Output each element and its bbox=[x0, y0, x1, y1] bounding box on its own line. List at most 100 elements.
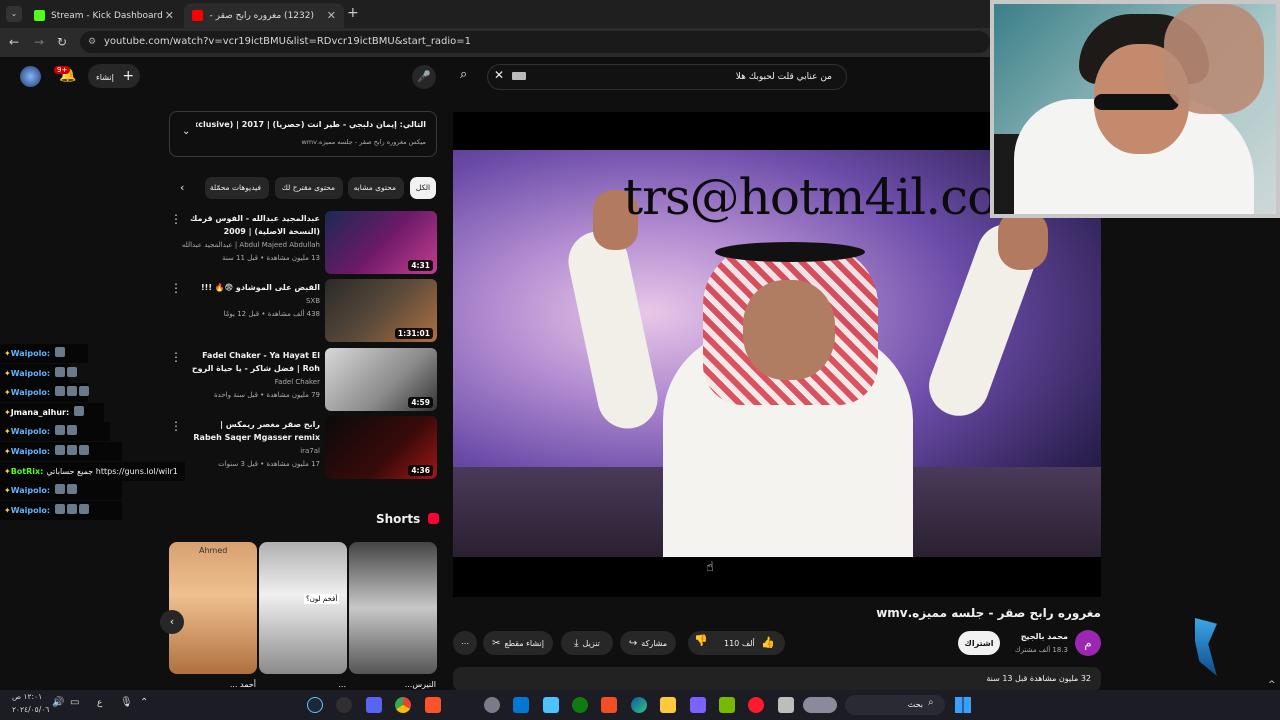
chat-badge-icon: ✦ bbox=[4, 427, 11, 437]
opera-icon[interactable] bbox=[748, 697, 764, 713]
video-channel[interactable]: ira7al bbox=[190, 447, 320, 455]
chip-recommended[interactable]: محتوى مقترح لك bbox=[275, 177, 343, 199]
more-options-icon[interactable]: ⋮ bbox=[170, 281, 182, 295]
vscode-icon[interactable] bbox=[690, 697, 706, 713]
next-up-panel[interactable]: التالي: إيمان دلبجي - طير انت (حصرياً) |… bbox=[169, 111, 437, 157]
dislike-button[interactable]: 👎 bbox=[694, 634, 708, 647]
tab-youtube-video[interactable]: (1232) مغروره رابح صقر - جلـ ✕ bbox=[184, 3, 344, 28]
avatar[interactable] bbox=[20, 66, 41, 87]
chat-username[interactable]: Waipolo: bbox=[11, 349, 50, 358]
channel-avatar[interactable]: م bbox=[1075, 630, 1101, 656]
nvidia-icon[interactable] bbox=[719, 697, 735, 713]
address-bar[interactable]: ⚙ youtube.com/watch?v=vcr19ictBMU&list=R… bbox=[80, 31, 990, 53]
chip-all[interactable]: الكل bbox=[410, 177, 436, 199]
download-button[interactable]: ⤓ تنزيل bbox=[561, 631, 613, 655]
short-card[interactable] bbox=[349, 542, 437, 674]
microphone-tray-icon[interactable]: 🎙 bbox=[120, 697, 133, 708]
chat-username[interactable]: Waipolo: bbox=[11, 506, 50, 515]
start-icon[interactable] bbox=[955, 697, 971, 713]
more-actions-button[interactable]: ⋯ bbox=[453, 631, 477, 655]
reload-icon[interactable]: ↻ bbox=[57, 35, 67, 49]
short-card[interactable]: Ahmed bbox=[169, 542, 257, 674]
more-options-icon[interactable]: ⋮ bbox=[170, 212, 182, 226]
chip-uploaded[interactable]: فيديوهات محمّلة bbox=[205, 177, 269, 199]
chat-emote-icon bbox=[67, 386, 78, 397]
video-thumbnail[interactable]: 4:36 bbox=[325, 416, 437, 479]
steam-icon[interactable] bbox=[307, 697, 323, 713]
chat-username[interactable]: Waipolo: bbox=[11, 427, 50, 436]
new-tab-icon[interactable]: + bbox=[347, 5, 359, 21]
chrome-icon[interactable] bbox=[395, 697, 411, 713]
clock-date[interactable]: ٢٠٢٤/٠٥/٠٦ bbox=[12, 705, 49, 714]
chat-username[interactable]: Waipolo: bbox=[11, 486, 50, 495]
subscriber-count: 18.3 ألف مشترك bbox=[1014, 646, 1068, 654]
chat-emote-icon bbox=[67, 366, 78, 377]
forward-icon[interactable]: → bbox=[34, 35, 44, 49]
video-title[interactable]: القبض على الموشادو 😨🔥 !!! bbox=[190, 281, 320, 294]
close-tab-icon[interactable]: ✕ bbox=[165, 9, 174, 22]
webcam-overlay bbox=[990, 0, 1280, 218]
video-channel[interactable]: Fadel Chaker bbox=[190, 378, 320, 386]
edge-icon[interactable] bbox=[631, 697, 647, 713]
description-box[interactable]: 32 مليون مشاهدة قبل 13 سنة bbox=[453, 667, 1101, 691]
channel-name[interactable]: محمد بالجيج bbox=[1000, 632, 1068, 641]
video-thumbnail[interactable]: 1:31:01 bbox=[325, 279, 437, 342]
chat-username[interactable]: BotRix: bbox=[11, 467, 44, 476]
search-button-icon[interactable]: ⌕ bbox=[460, 67, 467, 82]
video-title[interactable]: Fadel Chaker - Ya Hayat El Roh | فضل شاك… bbox=[190, 349, 320, 375]
chat-badge-icon: ✦ bbox=[4, 368, 11, 378]
short-title[interactable]: النيرس... bbox=[360, 680, 436, 689]
short-card[interactable]: أفخم لون؟ bbox=[259, 542, 347, 674]
chat-username[interactable]: Waipolo: bbox=[11, 388, 50, 397]
discord-icon[interactable] bbox=[366, 697, 382, 713]
chat-username[interactable]: Waipolo: bbox=[11, 447, 50, 456]
clip-button[interactable]: ✂ إنشاء مقطع bbox=[483, 631, 553, 655]
share-button[interactable]: ↪ مشاركة bbox=[620, 631, 676, 655]
tab-list-icon[interactable]: ⌄ bbox=[6, 6, 22, 22]
video-title[interactable]: عبدالمجيد عبدالله - الفوس قرمك (النسخة ا… bbox=[190, 212, 320, 238]
like-button[interactable]: 110 ألف 👍 bbox=[724, 636, 775, 649]
close-tab-icon[interactable]: ✕ bbox=[327, 9, 336, 22]
clock-time[interactable]: ١٢:٠١ ص bbox=[12, 692, 42, 701]
volume-icon[interactable]: 🔊 bbox=[52, 697, 64, 708]
chip-similar[interactable]: محتوى مشابه bbox=[348, 177, 404, 199]
xbox-icon[interactable] bbox=[572, 697, 588, 713]
shorts-prev-button[interactable]: ‹ bbox=[160, 610, 184, 634]
keyboard-icon[interactable] bbox=[512, 72, 526, 80]
short-title[interactable]: أحمد ... bbox=[180, 680, 256, 689]
brave-icon[interactable] bbox=[425, 697, 441, 713]
store-icon[interactable] bbox=[601, 697, 617, 713]
network-icon[interactable]: ▭ bbox=[70, 697, 79, 708]
voice-search-button[interactable]: 🎤 bbox=[412, 65, 436, 89]
obs-icon[interactable] bbox=[336, 697, 352, 713]
video-thumbnail[interactable]: 4:31 bbox=[325, 211, 437, 274]
file-explorer-icon[interactable] bbox=[660, 697, 676, 713]
site-info-icon[interactable]: ⚙ bbox=[88, 31, 96, 53]
language-indicator[interactable]: ع bbox=[97, 698, 102, 708]
notepad-icon[interactable] bbox=[778, 697, 794, 713]
more-options-icon[interactable]: ⋮ bbox=[170, 350, 182, 364]
app-window-icon[interactable] bbox=[803, 697, 837, 713]
notifications-tray-icon[interactable]: ^ bbox=[1268, 680, 1276, 690]
photos-icon[interactable] bbox=[543, 697, 559, 713]
tab-kick-dashboard[interactable]: Stream - Kick Dashboard ✕ bbox=[26, 3, 182, 28]
video-channel[interactable]: Abdul Majeed Abdullah | عبدالمجيد عبدالل… bbox=[178, 241, 320, 249]
more-options-icon[interactable]: ⋮ bbox=[170, 419, 182, 433]
video-channel[interactable]: SXB bbox=[190, 297, 320, 305]
video-overlay-text: trs@hotm4il.com bbox=[623, 168, 1044, 226]
outlook-icon[interactable] bbox=[513, 697, 529, 713]
tray-chevron-icon[interactable]: ⌃ bbox=[140, 697, 148, 708]
clear-search-icon[interactable]: ✕ bbox=[494, 68, 504, 82]
settings-icon[interactable] bbox=[484, 697, 500, 713]
video-thumbnail[interactable]: 4:59 bbox=[325, 348, 437, 411]
subscribe-button[interactable]: اشتراك bbox=[958, 631, 1000, 655]
chat-username[interactable]: Waipolo: bbox=[11, 369, 50, 378]
chat-username[interactable]: Jmana_alhur: bbox=[11, 408, 69, 417]
short-title[interactable]: ... bbox=[270, 680, 346, 689]
video-title[interactable]: رابح صقر مغصر ريمكس | Rabeh Saqer Mgasse… bbox=[190, 418, 320, 444]
create-button[interactable]: إنشاء + bbox=[88, 64, 140, 88]
back-icon[interactable]: ← bbox=[9, 35, 19, 49]
chips-left-arrow-icon[interactable]: ‹ bbox=[180, 181, 184, 194]
search-input[interactable]: من عنابي قلت لحبوبك هلا bbox=[487, 64, 847, 90]
chevron-down-icon[interactable]: ⌄ bbox=[182, 126, 190, 137]
